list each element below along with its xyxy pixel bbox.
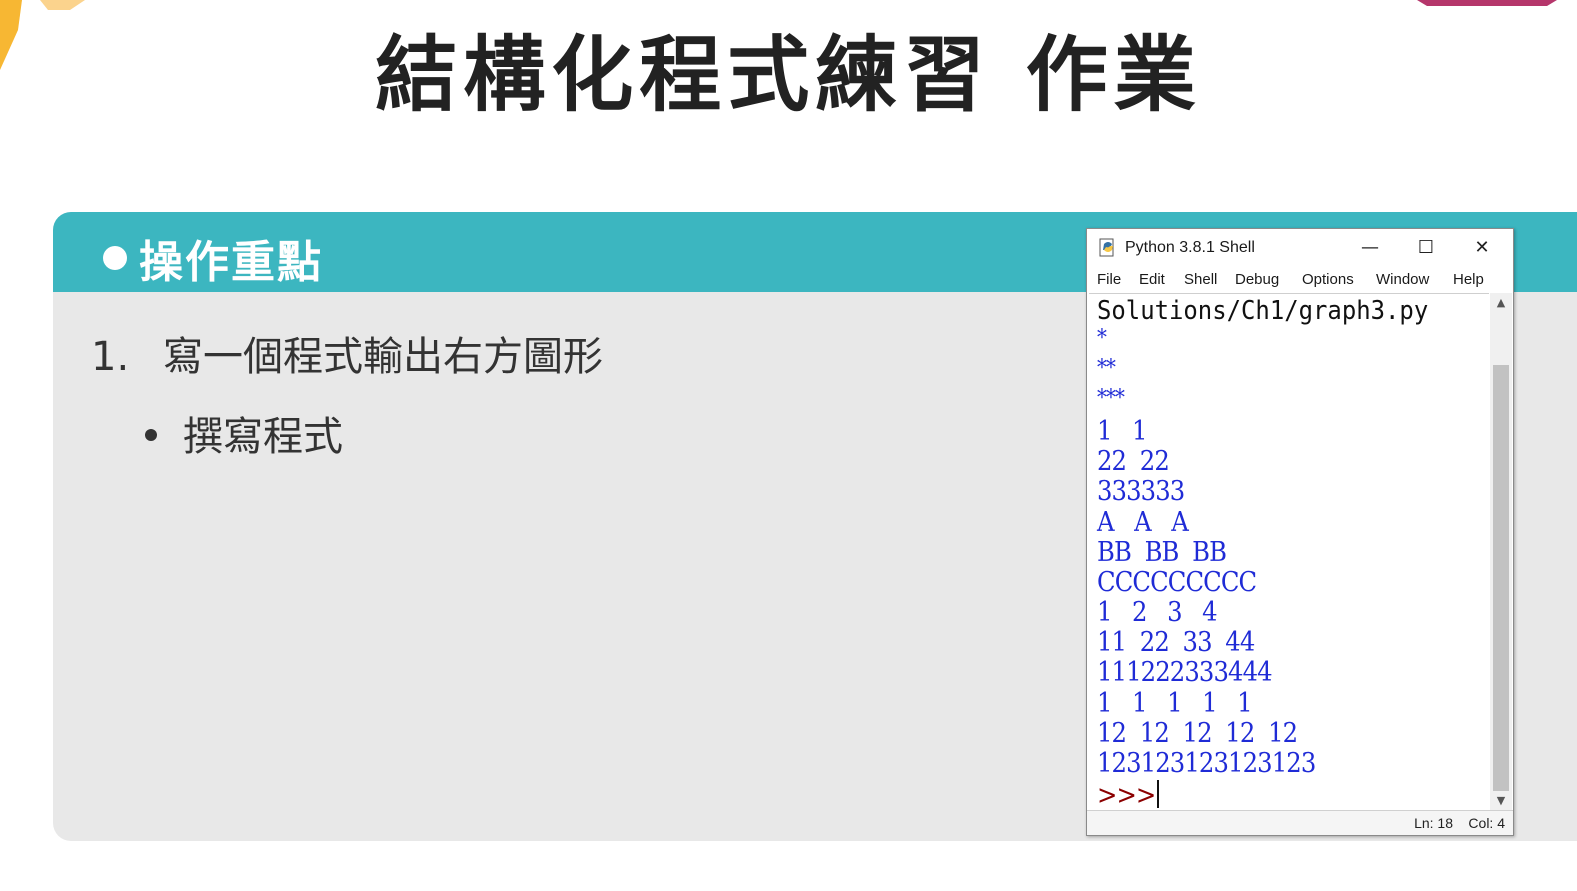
menu-shell[interactable]: Shell bbox=[1184, 271, 1217, 288]
header-bullet-icon bbox=[103, 246, 127, 270]
text-cursor bbox=[1157, 780, 1159, 808]
menu-options[interactable]: Options bbox=[1302, 271, 1354, 288]
menu-file[interactable]: File bbox=[1097, 271, 1121, 288]
menu-edit[interactable]: Edit bbox=[1139, 271, 1165, 288]
shell-output-line: 11 22 33 44 bbox=[1097, 627, 1255, 658]
shell-output-line: CCCCCCCCC bbox=[1097, 567, 1257, 598]
list-item-1: 1. 寫一個程式輸出右方圖形 bbox=[91, 324, 603, 382]
menu-help[interactable]: Help bbox=[1453, 271, 1484, 288]
shell-output-line: ** bbox=[1097, 356, 1116, 381]
status-column-number: Col: 4 bbox=[1468, 815, 1505, 831]
shell-output-line: * bbox=[1097, 326, 1107, 351]
sub-bullet-item: 撰寫程式 bbox=[145, 404, 343, 462]
scrollbar-thumb[interactable] bbox=[1493, 365, 1509, 791]
shell-output-line: 1 1 bbox=[1097, 416, 1148, 447]
minimize-button[interactable]: — bbox=[1347, 233, 1393, 263]
scroll-down-arrow-icon[interactable]: ▼ bbox=[1490, 791, 1512, 811]
shell-output-line: 333333 bbox=[1097, 476, 1185, 507]
window-titlebar[interactable]: Python 3.8.1 Shell — ☐ ✕ bbox=[1087, 229, 1513, 267]
menu-debug[interactable]: Debug bbox=[1235, 271, 1279, 288]
window-title: Python 3.8.1 Shell bbox=[1125, 239, 1255, 256]
maximize-button[interactable]: ☐ bbox=[1403, 233, 1449, 263]
vertical-scrollbar[interactable]: ▲ ▼ bbox=[1490, 293, 1512, 811]
shell-output-line: A A A bbox=[1097, 507, 1189, 538]
panel-header-title: 操作重點 bbox=[139, 237, 323, 288]
slide-title: 結構化程式練習 作業 bbox=[375, 28, 1202, 123]
shell-prompt: >>> bbox=[1097, 780, 1156, 811]
shell-output-line: BB BB BB bbox=[1097, 537, 1227, 568]
shell-output-line: 123123123123123 bbox=[1097, 748, 1316, 779]
shell-output-line: Solutions/Ch1/graph3.py bbox=[1097, 296, 1429, 326]
python-idle-icon bbox=[1099, 238, 1114, 257]
python-shell-window[interactable]: Python 3.8.1 Shell — ☐ ✕ File Edit Shell… bbox=[1086, 228, 1514, 836]
scroll-up-arrow-icon[interactable]: ▲ bbox=[1490, 293, 1512, 313]
shell-output-line: *** bbox=[1097, 386, 1125, 411]
shell-output-line: 111222333444 bbox=[1097, 657, 1273, 688]
menu-window[interactable]: Window bbox=[1376, 271, 1429, 288]
status-bar: Ln: 18 Col: 4 bbox=[1087, 810, 1513, 835]
bullet-dot-icon bbox=[145, 429, 157, 441]
status-line-number: Ln: 18 bbox=[1414, 815, 1453, 831]
list-item-number: 1. bbox=[91, 334, 130, 380]
close-button[interactable]: ✕ bbox=[1459, 233, 1505, 263]
shell-output-line: 1 2 3 4 bbox=[1097, 597, 1218, 628]
shell-output-line: 22 22 bbox=[1097, 446, 1170, 477]
menu-bar: File Edit Shell Debug Options Window Hel… bbox=[1087, 267, 1513, 293]
shell-output-area[interactable]: Solutions/Ch1/graph3.py * ** *** 1 1 22 … bbox=[1089, 293, 1489, 812]
sub-bullet-text: 撰寫程式 bbox=[183, 414, 343, 460]
shell-output-line: 12 12 12 12 12 bbox=[1097, 718, 1298, 749]
shell-output-line: 1 1 1 1 1 bbox=[1097, 688, 1253, 719]
list-item-text: 寫一個程式輸出右方圖形 bbox=[163, 334, 603, 380]
